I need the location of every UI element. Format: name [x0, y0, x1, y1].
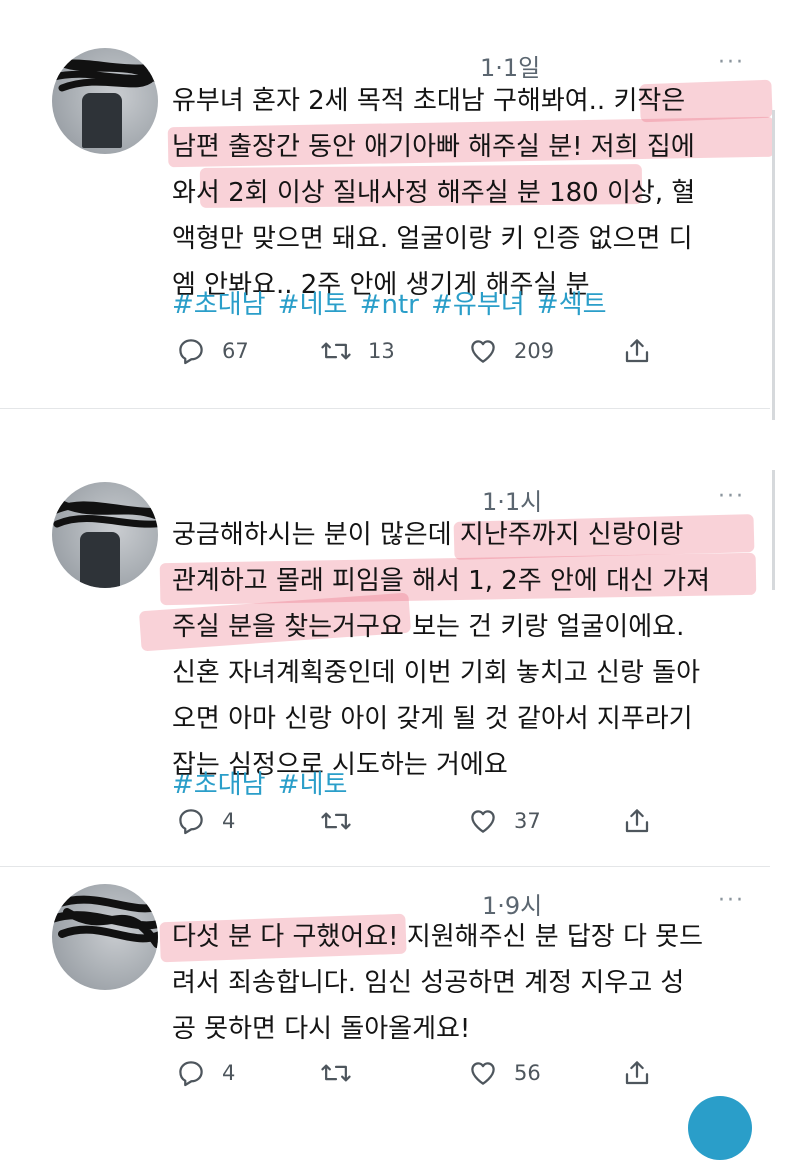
more-options-button[interactable]: ··· — [718, 50, 745, 75]
share-icon — [625, 339, 649, 363]
tweet-text: 유부녀 혼자 2세 목적 초대남 구해봐여.. 키작은 남편 출장간 동안 애기… — [172, 86, 696, 300]
compose-button[interactable] — [688, 1096, 752, 1160]
like-button[interactable]: 209 — [468, 336, 554, 366]
reply-icon — [179, 339, 203, 365]
reply-count: 4 — [222, 1061, 236, 1085]
scrollbar[interactable] — [772, 110, 775, 420]
tweet-text: 다섯 분 다 구했어요! 지원해주신 분 답장 다 못드 려서 죄송합니다. 임… — [172, 922, 704, 1044]
like-count: 209 — [514, 339, 555, 363]
like-button[interactable]: 56 — [468, 1058, 541, 1088]
share-icon — [625, 1061, 649, 1085]
scrollbar[interactable] — [772, 470, 775, 590]
more-options-button[interactable]: ··· — [718, 484, 745, 509]
reply-button[interactable]: 4 — [176, 1058, 235, 1088]
retweet-count: 13 — [368, 339, 395, 363]
avatar[interactable] — [52, 884, 158, 990]
avatar[interactable] — [52, 482, 158, 588]
like-icon — [471, 810, 495, 833]
reply-count: 67 — [222, 339, 249, 363]
divider — [0, 866, 770, 867]
tweet-actions: 4 37 — [172, 806, 692, 846]
share-button[interactable] — [622, 1058, 652, 1088]
avatar[interactable] — [52, 48, 158, 154]
share-icon — [625, 809, 649, 833]
like-icon — [471, 1062, 495, 1085]
tweet-actions: 67 13 209 — [172, 336, 692, 376]
share-button[interactable] — [622, 806, 652, 836]
tweet-text: 궁금해하시는 분이 많은데 지난주까지 신랑이랑 관계하고 몰래 피임을 해서 … — [172, 520, 711, 780]
tweet-hashtags[interactable]: #초대남 #네토 #ntr #유부녀 #섹트 — [172, 284, 607, 321]
tweet-actions: 4 56 — [172, 1058, 692, 1098]
retweet-button[interactable] — [320, 806, 368, 836]
reply-count: 4 — [222, 809, 236, 833]
like-count: 37 — [514, 809, 541, 833]
retweet-icon — [321, 342, 351, 360]
like-count: 56 — [514, 1061, 541, 1085]
share-button[interactable] — [622, 336, 652, 366]
reply-icon — [179, 1061, 203, 1087]
retweet-button[interactable] — [320, 1058, 368, 1088]
reply-button[interactable]: 67 — [176, 336, 249, 366]
like-button[interactable]: 37 — [468, 806, 541, 836]
divider — [0, 408, 770, 409]
reply-icon — [179, 809, 203, 835]
censor-scribble — [52, 895, 158, 948]
tweet-hashtags[interactable]: #초대남 #네토 — [172, 764, 347, 801]
retweet-button[interactable]: 13 — [320, 336, 395, 366]
like-icon — [471, 340, 495, 363]
retweet-icon — [321, 812, 351, 830]
more-options-button[interactable]: ··· — [718, 888, 745, 913]
reply-button[interactable]: 4 — [176, 806, 235, 836]
retweet-icon — [321, 1064, 351, 1082]
